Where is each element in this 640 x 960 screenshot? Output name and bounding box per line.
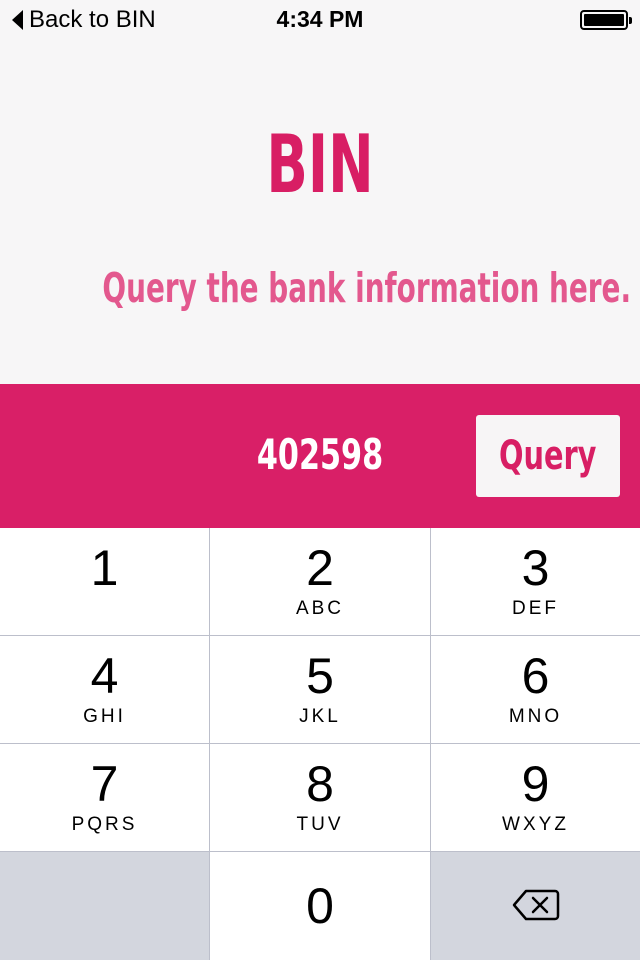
- key-digit: 2: [306, 540, 334, 596]
- key-letters: ABC: [295, 598, 345, 619]
- key-1[interactable]: 1: [0, 528, 209, 635]
- bin-input[interactable]: [233, 414, 407, 494]
- backspace-icon: [512, 889, 559, 921]
- app-title: BIN: [266, 118, 374, 211]
- key-digit: 4: [90, 648, 119, 704]
- numeric-keypad: 1 2 ABC 3 DEF 4 GHI 5 JKL 6 MNO 7 PQRS 8…: [0, 528, 640, 960]
- key-letters: PQRS: [71, 814, 138, 835]
- query-button[interactable]: Query: [476, 415, 620, 497]
- key-0[interactable]: 0: [210, 852, 430, 960]
- key-letters: TUV: [296, 814, 344, 835]
- key-digit: 7: [90, 756, 119, 812]
- status-time: 4:34 PM: [276, 6, 364, 32]
- query-bar: Query: [0, 384, 640, 528]
- key-letters: WXYZ: [502, 814, 569, 835]
- battery-icon: [580, 10, 632, 30]
- query-button-label: Query: [499, 433, 597, 479]
- status-bar: Back to BIN 4:34 PM: [0, 0, 640, 40]
- battery-level: [584, 14, 624, 26]
- key-6[interactable]: 6 MNO: [431, 636, 640, 743]
- key-digit: 8: [306, 756, 334, 812]
- key-letters: JKL: [299, 706, 341, 727]
- key-letters: GHI: [83, 706, 126, 727]
- delete-key[interactable]: [431, 852, 640, 960]
- key-7[interactable]: 7 PQRS: [0, 744, 209, 851]
- key-digit: 6: [521, 648, 550, 704]
- key-3[interactable]: 3 DEF: [431, 528, 640, 635]
- key-blank: [0, 852, 209, 960]
- key-digit: 3: [521, 540, 550, 596]
- key-digit: 9: [521, 756, 550, 812]
- key-5[interactable]: 5 JKL: [210, 636, 430, 743]
- key-2[interactable]: 2 ABC: [210, 528, 430, 635]
- key-digit: 0: [306, 878, 334, 934]
- key-digit: 1: [90, 540, 119, 596]
- key-letters: MNO: [508, 706, 563, 727]
- key-4[interactable]: 4 GHI: [0, 636, 209, 743]
- key-letters: DEF: [512, 598, 559, 619]
- key-8[interactable]: 8 TUV: [210, 744, 430, 851]
- key-9[interactable]: 9 WXYZ: [431, 744, 640, 851]
- key-digit: 5: [306, 648, 334, 704]
- app-subtitle: Query the bank information here.: [102, 264, 632, 312]
